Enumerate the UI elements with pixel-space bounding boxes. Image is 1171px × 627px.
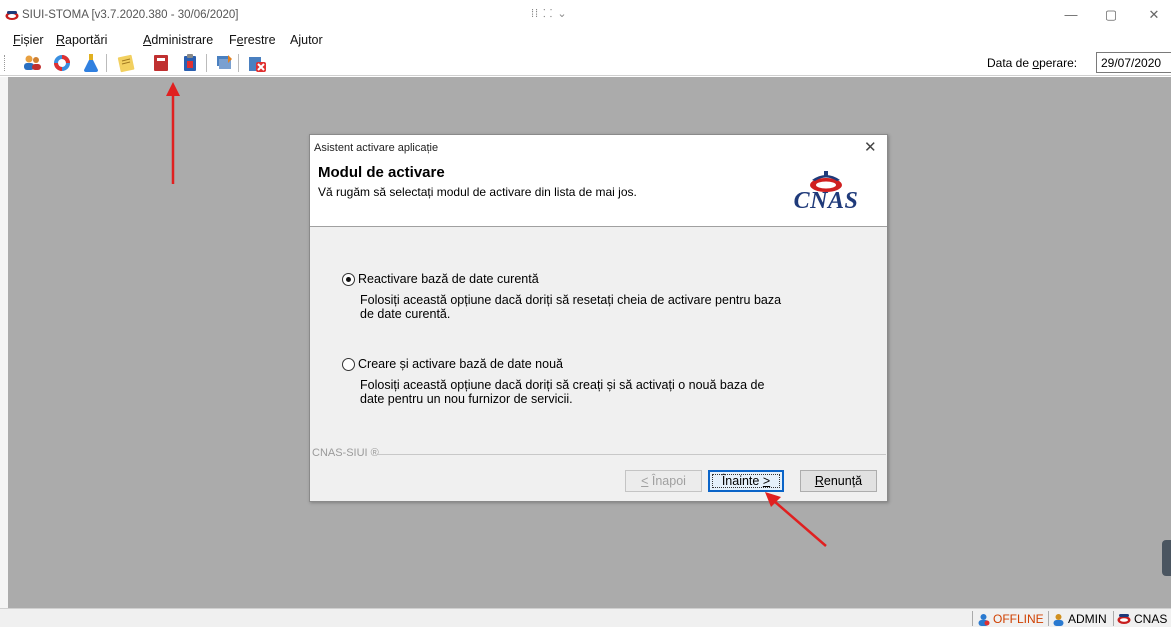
app-window: SIUI-STOMA [v3.7.2020.380 - 30/06/2020] … <box>0 0 1171 627</box>
menu-ferestre[interactable]: Ferestre <box>229 33 276 47</box>
option-reactivate-label[interactable]: Reactivare bază de date curentă <box>358 272 539 286</box>
clipboard-icon[interactable] <box>180 53 200 73</box>
dialog-title: Asistent activare aplicație <box>314 142 439 154</box>
snap-layout-icon[interactable]: ⁞⁞ ⸬ ⌄ <box>531 6 568 21</box>
lifebuoy-icon[interactable] <box>52 53 72 73</box>
toolbar-separator <box>206 54 207 72</box>
flask-icon[interactable] <box>81 53 101 73</box>
option-create-new-label[interactable]: Creare și activare bază de date nouă <box>358 357 563 371</box>
minimize-button[interactable]: — <box>1053 4 1089 26</box>
window-title: SIUI-STOMA [v3.7.2020.380 - 30/06/2020] <box>22 9 239 21</box>
back-button[interactable]: < Înapoi <box>625 470 702 492</box>
user-offline-icon <box>978 613 990 626</box>
cnas-logo: CNAS <box>786 168 866 214</box>
workspace-border <box>0 77 8 608</box>
stack-icon[interactable] <box>214 53 234 73</box>
menu-ajutor[interactable]: Ajutor <box>290 33 323 47</box>
toolbar: Data de operare: 29/07/2020 <box>0 50 1171 76</box>
close-window-button[interactable]: ✕ <box>1136 4 1171 26</box>
menu-raportari[interactable]: Raportări <box>56 33 107 47</box>
dialog-close-button[interactable]: ✕ <box>864 138 877 156</box>
toolbar-separator <box>106 54 107 72</box>
date-field[interactable]: 29/07/2020 <box>1096 52 1171 73</box>
maximize-button[interactable]: ▢ <box>1093 4 1129 26</box>
date-label: Data de operare: <box>987 56 1078 70</box>
radio-create-new[interactable] <box>342 358 355 371</box>
dialog-heading: Modul de activare <box>318 164 445 181</box>
activation-wizard-dialog: Asistent activare aplicație ✕ Modul de a… <box>309 134 888 502</box>
side-panel-tab[interactable] <box>1162 540 1171 576</box>
toolbar-grip[interactable] <box>4 55 7 71</box>
notepad-icon[interactable] <box>117 53 137 73</box>
cnas-app-icon <box>5 11 19 20</box>
status-separator <box>972 611 973 626</box>
status-bar: OFFLINE ADMIN CNAS <box>0 608 1171 627</box>
next-button[interactable]: Înainte > <box>708 470 784 492</box>
exit-icon[interactable] <box>247 53 267 73</box>
toolbar-separator <box>238 54 239 72</box>
footer-brand-label: CNAS-SIUI ® <box>312 447 379 459</box>
option-reactivate-description: Folosiți această opțiune dacă doriți să … <box>360 293 782 321</box>
status-separator <box>1113 611 1114 626</box>
users-icon[interactable] <box>22 53 42 73</box>
dialog-subtitle: Vă rugăm să selectați modul de activare … <box>318 185 637 199</box>
menu-administrare[interactable]: Administrare <box>143 33 213 47</box>
menu-bar: Fișier Raportări Administrare Ferestre A… <box>0 30 1171 50</box>
footer-divider <box>378 454 886 455</box>
cnas-small-icon <box>1117 614 1131 624</box>
status-offline: OFFLINE <box>977 612 1044 626</box>
title-bar: SIUI-STOMA [v3.7.2020.380 - 30/06/2020] … <box>0 0 1171 30</box>
dialog-header: Asistent activare aplicație ✕ Modul de a… <box>310 135 887 227</box>
book-icon[interactable] <box>151 53 171 73</box>
status-org: CNAS <box>1117 612 1167 626</box>
menu-fisier[interactable]: Fișier <box>13 33 44 47</box>
cancel-button[interactable]: Renunță <box>800 470 877 492</box>
user-icon <box>1053 613 1064 626</box>
radio-reactivate[interactable] <box>342 273 355 286</box>
cnas-logo-text: CNAS <box>793 188 859 214</box>
status-user: ADMIN <box>1052 612 1107 626</box>
option-create-new-description: Folosiți această opțiune dacă doriți să … <box>360 378 765 406</box>
status-separator <box>1048 611 1049 626</box>
